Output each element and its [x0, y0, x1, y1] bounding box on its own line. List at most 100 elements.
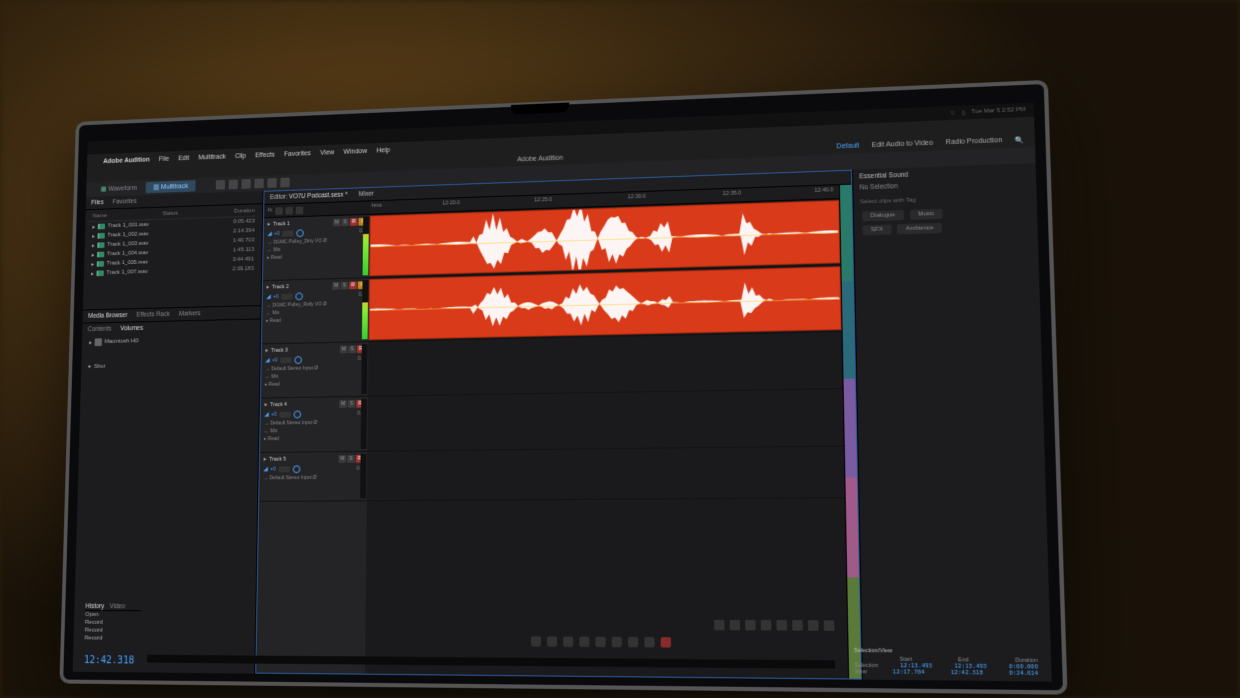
fast-forward-button[interactable]: [628, 637, 638, 647]
tab-media-browser[interactable]: Media Browser: [88, 312, 127, 320]
audio-clip[interactable]: [369, 200, 840, 276]
record-button[interactable]: [661, 637, 671, 647]
track-r-button[interactable]: R: [350, 218, 358, 226]
input-arrow-icon[interactable]: →: [267, 240, 272, 246]
track-header[interactable]: ▸Track 5MSR◢+00.0→ Default Stereo Input …: [259, 452, 367, 502]
subtab-volumes[interactable]: Volumes: [120, 325, 143, 332]
stop-button[interactable]: [531, 636, 541, 646]
razor-tool-icon[interactable]: [228, 180, 237, 190]
track-name[interactable]: Track 4: [270, 401, 336, 408]
automation-mode[interactable]: ▸ Read: [266, 318, 281, 324]
drive-row[interactable]: ▸ Macintosh HD: [82, 332, 260, 349]
volume-value[interactable]: +0: [273, 294, 278, 300]
lasso-tool-icon[interactable]: [280, 178, 289, 188]
tag-music-button[interactable]: Music: [909, 209, 942, 220]
phase-icon[interactable]: Ø: [314, 420, 318, 426]
input-routing-icon[interactable]: [275, 207, 283, 215]
chevron-icon[interactable]: ▸: [265, 348, 268, 354]
track-header[interactable]: ▸Track 1MSRI◢+00.0→ DGMC Pulley_Dirty VO…: [263, 215, 370, 281]
editor-tab[interactable]: Editor: VO7U Podcast.sesx *: [270, 192, 348, 201]
track-input[interactable]: DGMC Pulley_Rolly VO: [272, 302, 322, 309]
menu-view[interactable]: View: [320, 149, 334, 156]
track-s-button[interactable]: S: [341, 218, 349, 226]
automation-mode[interactable]: ▸ Read: [267, 255, 282, 261]
volume-value[interactable]: +0: [274, 231, 279, 237]
stereo-icon[interactable]: [281, 294, 292, 300]
zoom-in-icon[interactable]: [714, 620, 724, 630]
tab-markers[interactable]: Markers: [179, 310, 201, 317]
workspace-default[interactable]: Default: [836, 143, 859, 152]
track-output[interactable]: Mix: [270, 428, 277, 434]
track-name[interactable]: Track 5: [269, 456, 336, 463]
chevron-icon[interactable]: ▸: [266, 285, 269, 291]
phase-icon[interactable]: Ø: [313, 475, 317, 481]
pan-knob[interactable]: [296, 229, 304, 237]
input-arrow-icon[interactable]: →: [264, 421, 269, 427]
view-duration[interactable]: 0:24.614: [1009, 670, 1038, 677]
track-name[interactable]: Track 3: [271, 347, 337, 354]
automation-mode[interactable]: ▸ Read: [265, 382, 280, 388]
stereo-icon[interactable]: [282, 231, 293, 237]
stereo-icon[interactable]: [278, 466, 289, 472]
zoom-in-amp-icon[interactable]: [808, 620, 819, 631]
tab-effects-rack[interactable]: Effects Rack: [136, 311, 169, 318]
zoom-full-icon[interactable]: [745, 620, 756, 630]
volume-value[interactable]: +0: [271, 412, 276, 418]
pause-button[interactable]: [563, 637, 573, 647]
fx-toggle[interactable]: fx: [268, 207, 272, 215]
tab-video[interactable]: Video: [110, 603, 125, 610]
track-name[interactable]: Track 1: [273, 220, 330, 228]
input-arrow-icon[interactable]: →: [263, 475, 268, 481]
track-lane[interactable]: [367, 389, 843, 452]
track-header[interactable]: ▸Track 4MSR◢+00.0→ Default Stereo Input …: [260, 397, 368, 453]
chevron-icon[interactable]: ▸: [268, 222, 271, 228]
menu-clip[interactable]: Clip: [235, 152, 246, 159]
track-s-button[interactable]: S: [348, 345, 356, 353]
chevron-icon[interactable]: ▸: [264, 402, 267, 408]
tab-history[interactable]: History: [85, 603, 104, 610]
track-s-button[interactable]: S: [348, 400, 356, 408]
rewind-button[interactable]: [612, 637, 622, 647]
track-input[interactable]: Default Stereo Input: [269, 475, 311, 481]
track-lane[interactable]: [369, 265, 842, 342]
output-arrow-icon[interactable]: ←: [265, 374, 270, 380]
zoom-out-icon[interactable]: [730, 620, 741, 630]
menu-help[interactable]: Help: [376, 147, 390, 154]
history-item[interactable]: Open: [85, 611, 141, 619]
output-arrow-icon[interactable]: ←: [266, 311, 271, 317]
skip-back-button[interactable]: [595, 637, 605, 647]
track-m-button[interactable]: M: [332, 282, 340, 290]
track-lane[interactable]: [368, 332, 843, 397]
chevron-icon[interactable]: ▸: [264, 457, 267, 463]
menu-multitrack[interactable]: Multitrack: [198, 153, 226, 161]
tab-waveform[interactable]: ▦ Waveform: [93, 182, 144, 195]
pan-knob[interactable]: [295, 292, 303, 300]
workspace-radio[interactable]: Radio Production: [946, 137, 1003, 147]
loop-button[interactable]: [579, 637, 589, 647]
phase-icon[interactable]: Ø: [323, 301, 327, 307]
track-output[interactable]: Mix: [271, 374, 278, 380]
audio-clip[interactable]: [369, 266, 842, 340]
mixer-tab[interactable]: Mixer: [359, 191, 374, 198]
pan-knob[interactable]: [293, 411, 301, 419]
track-m-button[interactable]: M: [338, 455, 346, 463]
track-header[interactable]: ▸Track 3MSR◢+00.0→ Default Stereo Input …: [261, 342, 369, 398]
track-input[interactable]: Default Stereo Input: [270, 420, 312, 426]
track-output[interactable]: Mix: [272, 310, 279, 316]
track-header[interactable]: ▸Track 2MSRI◢+00.0→ DGMC Pulley_Rolly VO…: [262, 278, 369, 344]
tag-dialogue-button[interactable]: Dialogue: [862, 210, 904, 221]
menu-effects[interactable]: Effects: [255, 151, 275, 158]
menu-file[interactable]: File: [159, 155, 169, 162]
phase-icon[interactable]: Ø: [323, 238, 327, 244]
track-input[interactable]: DGMC Pulley_Dirty VO: [273, 238, 322, 245]
time-select-tool-icon[interactable]: [254, 179, 263, 189]
stereo-icon[interactable]: [279, 412, 290, 418]
phase-icon[interactable]: Ø: [314, 365, 318, 371]
automation-mode[interactable]: ▸ Read: [264, 436, 279, 442]
output-arrow-icon[interactable]: ←: [264, 428, 269, 434]
track-name[interactable]: Track 2: [272, 283, 330, 290]
sends-icon[interactable]: [285, 206, 293, 214]
track-m-button[interactable]: M: [333, 219, 341, 227]
timeline[interactable]: hms 12:20.0 12:25.0 12:30.0 12:35.0 12:4…: [365, 185, 848, 678]
zoom-selection-icon[interactable]: [761, 620, 772, 631]
